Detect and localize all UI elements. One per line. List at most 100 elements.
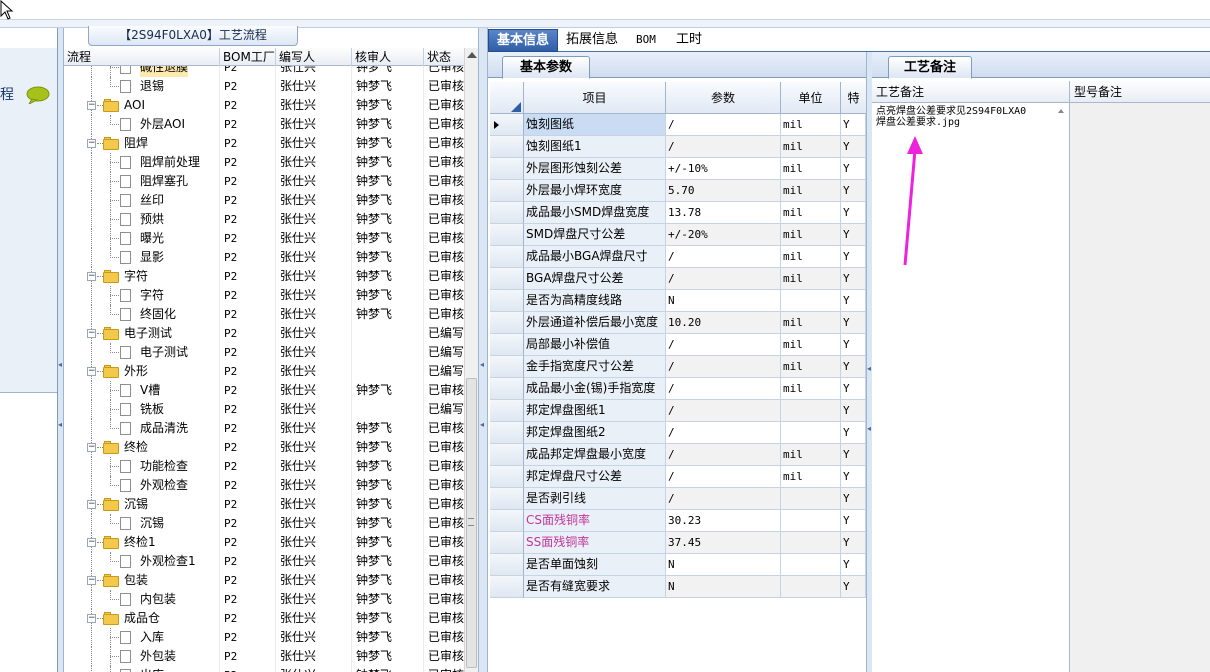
tree-name-cell[interactable]: − 阻焊 — [64, 134, 220, 153]
param-row[interactable]: 外层通道补偿后最小宽度 10.20 mil Y — [490, 312, 866, 334]
collapse-toggle-icon[interactable]: − — [87, 500, 96, 509]
row-header[interactable] — [490, 444, 524, 466]
tree-row[interactable]: 外包装 P2 张仕兴 钟梦飞 已审核 — [64, 647, 464, 666]
tree-name-cell[interactable]: 预烘 — [64, 210, 220, 229]
col-header-feature[interactable]: 特 — [841, 82, 866, 114]
col-header-item[interactable]: 项目 — [524, 82, 666, 114]
tab-basic-info[interactable]: 基本信息 — [488, 29, 559, 52]
tree-name-cell[interactable]: − 外形 — [64, 362, 220, 381]
scroll-up-arrow-icon[interactable] — [467, 52, 477, 58]
param-row[interactable]: SS面残铜率 37.45 Y — [490, 532, 866, 554]
grid-corner[interactable] — [490, 82, 524, 114]
param-row[interactable]: 金手指宽度尺寸公差 / mil Y — [490, 356, 866, 378]
row-header[interactable] — [490, 378, 524, 400]
param-value-cell[interactable]: 30.23 — [666, 510, 781, 532]
param-row[interactable]: 是否剥引线 / Y — [490, 488, 866, 510]
param-row[interactable]: BGA焊盘尺寸公差 / mil Y — [490, 268, 866, 290]
row-header[interactable] — [490, 268, 524, 290]
col-header-reviewer[interactable]: 核审人 — [352, 48, 424, 66]
param-row[interactable]: 成品邦定焊盘最小宽度 / mil Y — [490, 444, 866, 466]
tree-folder-row[interactable]: − 阻焊 P2 张仕兴 钟梦飞 已审核 — [64, 134, 464, 153]
row-header[interactable] — [490, 290, 524, 312]
row-header[interactable] — [490, 532, 524, 554]
row-header[interactable] — [490, 554, 524, 576]
tree-row[interactable]: 入库 P2 张仕兴 钟梦飞 已审核 — [64, 628, 464, 647]
middle-splitter[interactable]: ◂ ◂ — [478, 28, 488, 672]
tree-folder-row[interactable]: − 终检1 P2 张仕兴 钟梦飞 已审核 — [64, 533, 464, 552]
row-header[interactable] — [490, 422, 524, 444]
collapse-arrow-icon[interactable]: ◂ — [480, 360, 484, 369]
tree-row[interactable]: 功能检查 P2 张仕兴 钟梦飞 已审核 — [64, 457, 464, 476]
scroll-up-arrow-icon[interactable] — [1058, 109, 1064, 113]
tree-name-cell[interactable]: 外包装 — [64, 647, 220, 666]
tab-bom[interactable]: BOM — [628, 29, 664, 52]
col-header-writer[interactable]: 编写人 — [276, 48, 352, 66]
tree-row[interactable]: 外观检查 P2 张仕兴 钟梦飞 已审核 — [64, 476, 464, 495]
collapse-arrow-icon[interactable]: ◂ — [58, 420, 62, 429]
tree-row[interactable]: 曝光 P2 张仕兴 钟梦飞 已审核 — [64, 229, 464, 248]
param-row[interactable]: 成品最小金(锡)手指宽度 / mil Y — [490, 378, 866, 400]
collapse-toggle-icon[interactable]: − — [87, 272, 96, 281]
tree-row[interactable]: V槽 P2 张仕兴 钟梦飞 已审核 — [64, 381, 464, 400]
param-row[interactable]: 邦定焊盘尺寸公差 / mil Y — [490, 466, 866, 488]
param-row[interactable]: 局部最小补偿值 / mil Y — [490, 334, 866, 356]
tree-name-cell[interactable]: − 电子测试 — [64, 324, 220, 343]
tree-name-cell[interactable]: − AOI — [64, 96, 220, 115]
col-header-bom-factory[interactable]: BOM工厂 — [220, 48, 276, 66]
param-row[interactable]: 外层最小焊环宽度 5.70 mil Y — [490, 180, 866, 202]
tree-name-cell[interactable]: − 字符 — [64, 267, 220, 286]
tree-name-cell[interactable]: 成品清洗 — [64, 419, 220, 438]
tree-name-cell[interactable]: 字符 — [64, 286, 220, 305]
tree-row[interactable]: 显影 P2 张仕兴 钟梦飞 已审核 — [64, 248, 464, 267]
param-row[interactable]: CS面残铜率 30.23 Y — [490, 510, 866, 532]
tab-extended-info[interactable]: 拓展信息 — [558, 29, 626, 52]
process-notes-text[interactable]: 点亮焊盘公差要求见2S94F0LXA0 焊盘公差要求.jpg — [876, 106, 1056, 128]
param-row[interactable]: 成品最小SMD焊盘宽度 13.78 mil Y — [490, 202, 866, 224]
row-header[interactable] — [490, 114, 524, 136]
tree-row[interactable]: 字符 P2 张仕兴 钟梦飞 已审核 — [64, 286, 464, 305]
tree-folder-row[interactable]: − 成品仓 P2 张仕兴 钟梦飞 已审核 — [64, 609, 464, 628]
tree-name-cell[interactable]: − 沉锡 — [64, 495, 220, 514]
param-value-cell[interactable]: / — [666, 400, 781, 422]
param-row[interactable]: 是否为高精度线路 N Y — [490, 290, 866, 312]
param-value-cell[interactable]: 10.20 — [666, 312, 781, 334]
collapse-toggle-icon[interactable]: − — [87, 139, 96, 148]
param-value-cell[interactable]: / — [666, 422, 781, 444]
tree-name-cell[interactable]: 显影 — [64, 248, 220, 267]
row-header[interactable] — [490, 158, 524, 180]
col-header-unit[interactable]: 单位 — [781, 82, 841, 114]
tree-row[interactable]: 出库 P2张仕兴钟梦飞已审核 — [64, 666, 464, 672]
tree-name-cell[interactable]: 终固化 — [64, 305, 220, 324]
collapse-arrow-icon[interactable]: ◂ — [480, 420, 484, 429]
tree-name-cell[interactable]: 铣板 — [64, 400, 220, 419]
param-value-cell[interactable]: / — [666, 444, 781, 466]
tree-name-cell[interactable]: 外观检查1 — [64, 552, 220, 571]
tree-name-cell[interactable]: 入库 — [64, 628, 220, 647]
tree-name-cell[interactable]: 阻焊塞孔 — [64, 172, 220, 191]
param-row[interactable]: 是否有缝宽要求 N Y — [490, 576, 866, 598]
row-header[interactable] — [490, 400, 524, 422]
tree-name-cell[interactable]: 外观检查 — [64, 476, 220, 495]
tab-basic-params[interactable]: 基本参数 — [502, 56, 590, 79]
tree-row[interactable]: 碱性退膜 P2 张仕兴 钟梦飞 已审核 — [64, 66, 464, 77]
tree-row[interactable]: 电子测试 P2 张仕兴 已编写 — [64, 343, 464, 362]
row-header[interactable] — [490, 246, 524, 268]
tree-folder-row[interactable]: − AOI P2 张仕兴 钟梦飞 已审核 — [64, 96, 464, 115]
tab-process-notes[interactable]: 工艺备注 — [888, 56, 972, 79]
collapse-toggle-icon[interactable]: − — [87, 101, 96, 110]
tree-name-cell[interactable]: − 包装 — [64, 571, 220, 590]
param-row[interactable]: 外层图形蚀刻公差 +/-10% mil Y — [490, 158, 866, 180]
collapse-toggle-icon[interactable]: − — [87, 329, 96, 338]
tree-row[interactable]: 丝印 P2 张仕兴 钟梦飞 已审核 — [64, 191, 464, 210]
tree-name-cell[interactable]: 曝光 — [64, 229, 220, 248]
param-row[interactable]: 成品最小BGA焊盘尺寸 / mil Y — [490, 246, 866, 268]
tree-name-cell[interactable]: 阻焊前处理 — [64, 153, 220, 172]
param-value-cell[interactable]: / — [666, 488, 781, 510]
row-header[interactable] — [490, 466, 524, 488]
param-row[interactable]: 是否单面蚀刻 N Y — [490, 554, 866, 576]
row-header[interactable] — [490, 334, 524, 356]
param-row[interactable]: 蚀刻图纸 / mil Y — [490, 114, 866, 136]
collapse-toggle-icon[interactable]: − — [87, 367, 96, 376]
speech-bubble-icon[interactable] — [26, 86, 50, 104]
row-header[interactable] — [490, 136, 524, 158]
